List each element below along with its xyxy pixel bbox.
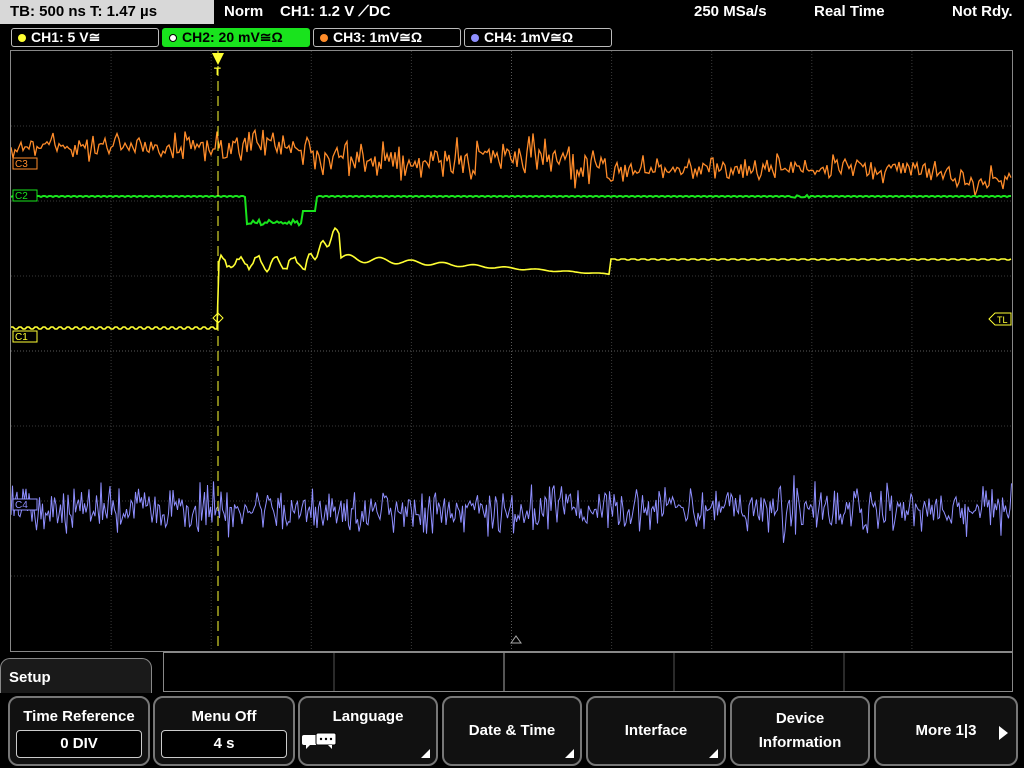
ch3-label: CH3: 1mV≅Ω: [333, 29, 423, 45]
acquisition-mode: Real Time: [814, 3, 885, 20]
ch1-ground-marker[interactable]: C1: [12, 330, 38, 343]
ch1-marker-label: C1: [15, 332, 28, 343]
language-button[interactable]: Language: [298, 696, 438, 766]
time-reference-label: Time Reference: [23, 708, 135, 725]
trigger-position-label: T: [214, 66, 221, 78]
interface-label: Interface: [624, 722, 688, 739]
device-information-label-1: Device: [775, 710, 825, 727]
ch4-dot-icon: [471, 34, 479, 42]
interface-button[interactable]: Interface: [586, 696, 726, 766]
channel-tab-ch2[interactable]: CH2: 20 mV≅Ω: [162, 28, 310, 47]
speech-bubbles-icon: [300, 731, 436, 751]
device-information-button[interactable]: Device Information: [730, 696, 870, 766]
status-bar: TB: 500 ns T: 1.47 µs Norm CH1: 1.2 V ⟋D…: [0, 0, 1024, 26]
graticule: [11, 51, 1012, 651]
time-reference-button[interactable]: Time Reference 0 DIV: [8, 696, 150, 766]
ch4-trace: [11, 475, 1012, 543]
language-label: Language: [332, 708, 404, 725]
menu-off-value: 4 s: [161, 730, 287, 758]
ch4-ground-marker[interactable]: C4: [12, 498, 38, 511]
ch3-ground-marker[interactable]: C3: [12, 157, 38, 170]
menu-off-label: Menu Off: [191, 708, 257, 725]
softkey-bar: Time Reference 0 DIV Menu Off 4 s Langua…: [0, 693, 1024, 768]
submenu-corner-icon: [709, 749, 718, 758]
center-marker-icon: [510, 635, 522, 644]
menu-off-button[interactable]: Menu Off 4 s: [153, 696, 295, 766]
ch2-label: CH2: 20 mV≅Ω: [182, 29, 283, 45]
ch3-dot-icon: [320, 34, 328, 42]
channel-tab-ch3[interactable]: CH3: 1mV≅Ω: [313, 28, 461, 47]
ch2-ground-marker[interactable]: C2: [12, 189, 38, 202]
ch4-label: CH4: 1mV≅Ω: [484, 29, 574, 45]
time-reference-value: 0 DIV: [16, 730, 142, 758]
channel-bar: CH1: 5 V≅ CH2: 20 mV≅Ω CH3: 1mV≅Ω CH4: 1…: [0, 28, 1024, 48]
menu-title: Setup: [0, 658, 152, 698]
ch1-dot-icon: [18, 34, 26, 42]
waveform-display[interactable]: T C3 C2 C1 C4 TL: [10, 50, 1013, 652]
timebase-readout[interactable]: TB: 500 ns T: 1.47 µs: [0, 0, 214, 24]
ch2-marker-label: C2: [15, 191, 28, 202]
waveform-canvas: T C3 C2 C1 C4 TL: [11, 51, 1012, 651]
channel-tab-ch4[interactable]: CH4: 1mV≅Ω: [464, 28, 612, 47]
submenu-corner-icon: [565, 749, 574, 758]
trigger-level-label: TL: [997, 315, 1008, 325]
ch2-dot-icon: [169, 34, 177, 42]
ch1-label: CH1: 5 V≅: [31, 29, 101, 45]
ch3-marker-label: C3: [15, 159, 28, 170]
zoom-strip[interactable]: [163, 652, 1013, 692]
sample-rate: 250 MSa/s: [694, 3, 767, 20]
more-button[interactable]: More 1|3: [874, 696, 1018, 766]
acquisition-state: Not Rdy.: [952, 3, 1013, 20]
ch4-marker-label: C4: [15, 500, 28, 511]
trigger-position-marker-icon[interactable]: [212, 53, 224, 65]
submenu-corner-icon: [421, 749, 430, 758]
zoom-strip-grid: [333, 653, 845, 691]
trigger-mode[interactable]: Norm: [224, 0, 263, 24]
date-time-label: Date & Time: [468, 722, 556, 739]
device-information-label-2: Information: [758, 734, 842, 751]
date-time-button[interactable]: Date & Time: [442, 696, 582, 766]
trigger-level-marker[interactable]: TL: [988, 312, 1012, 326]
trigger-readout[interactable]: CH1: 1.2 V ⟋DC: [280, 0, 391, 24]
more-label: More 1|3: [915, 722, 977, 739]
channel-tab-ch1[interactable]: CH1: 5 V≅: [11, 28, 159, 47]
next-arrow-icon: [999, 726, 1008, 740]
